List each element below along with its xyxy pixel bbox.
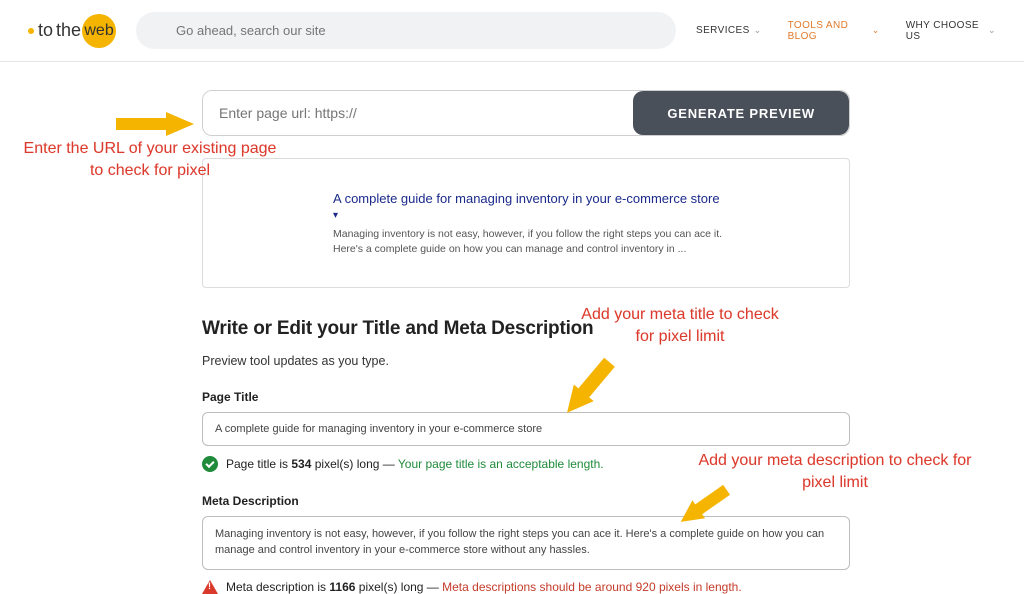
page-title-input[interactable] <box>202 412 850 446</box>
nav-tools-blog[interactable]: TOOLS AND BLOG ⌄ <box>788 20 880 42</box>
desc-status-px: 1166 <box>329 580 355 594</box>
title-status-px: 534 <box>291 457 311 471</box>
site-header: to the web SERVICES ⌄ TOOLS AND BLOG ⌄ WHY… <box>0 0 1024 62</box>
desc-status-message: Meta descriptions should be around 920 p… <box>442 580 742 594</box>
nav-services-label: SERVICES <box>696 25 750 36</box>
annotation-title: Add your meta title to check for pixel l… <box>570 304 790 347</box>
site-search-input[interactable] <box>136 12 676 49</box>
generate-preview-button[interactable]: GENERATE PREVIEW <box>633 91 849 135</box>
title-status-suffix: pixel(s) long — <box>311 457 397 471</box>
meta-description-status: Meta description is 1166 pixel(s) long —… <box>202 580 850 594</box>
logo-text-mid: the <box>56 20 81 41</box>
desc-status-suffix: pixel(s) long — <box>355 580 442 594</box>
chevron-down-icon: ⌄ <box>988 25 996 36</box>
meta-description-label: Meta Description <box>202 494 850 508</box>
arrow-down-left-icon <box>672 482 732 532</box>
site-logo: to the web <box>28 14 116 48</box>
serp-preview-title: A complete guide for managing inventory … <box>333 191 733 208</box>
page-url-input[interactable] <box>203 91 633 135</box>
caret-down-icon: ▾ <box>333 210 733 221</box>
desc-status-prefix: Meta description is <box>226 580 329 594</box>
annotation-url: Enter the URL of your existing page to c… <box>20 138 280 181</box>
meta-description-input[interactable]: Managing inventory is not easy, however,… <box>202 516 850 570</box>
serp-preview-card: A complete guide for managing inventory … <box>202 158 850 288</box>
main-nav: SERVICES ⌄ TOOLS AND BLOG ⌄ WHY CHOOSE US ⌄ <box>696 20 996 42</box>
check-circle-icon <box>202 456 218 472</box>
title-status-message: Your page title is an acceptable length. <box>398 457 604 471</box>
warning-triangle-icon <box>202 580 218 594</box>
chevron-down-icon: ⌄ <box>754 25 762 36</box>
nav-why-choose-us[interactable]: WHY CHOOSE US ⌄ <box>906 20 996 42</box>
arrow-down-left-icon <box>552 354 622 424</box>
url-input-row: GENERATE PREVIEW <box>202 90 850 136</box>
nav-tools-blog-label: TOOLS AND BLOG <box>788 20 868 42</box>
section-subtext: Preview tool updates as you type. <box>202 354 850 368</box>
title-status-prefix: Page title is <box>226 457 291 471</box>
chevron-down-icon: ⌄ <box>872 25 880 36</box>
arrow-right-icon <box>116 110 196 138</box>
logo-circle-icon: web <box>82 14 116 48</box>
logo-dot-icon <box>28 28 34 34</box>
logo-text-post: web <box>84 22 113 40</box>
logo-text-pre: to <box>38 20 53 41</box>
page-title-label: Page Title <box>202 390 850 404</box>
nav-services[interactable]: SERVICES ⌄ <box>696 20 762 42</box>
serp-preview-description: Managing inventory is not easy, however,… <box>333 227 733 257</box>
nav-why-label: WHY CHOOSE US <box>906 20 984 42</box>
